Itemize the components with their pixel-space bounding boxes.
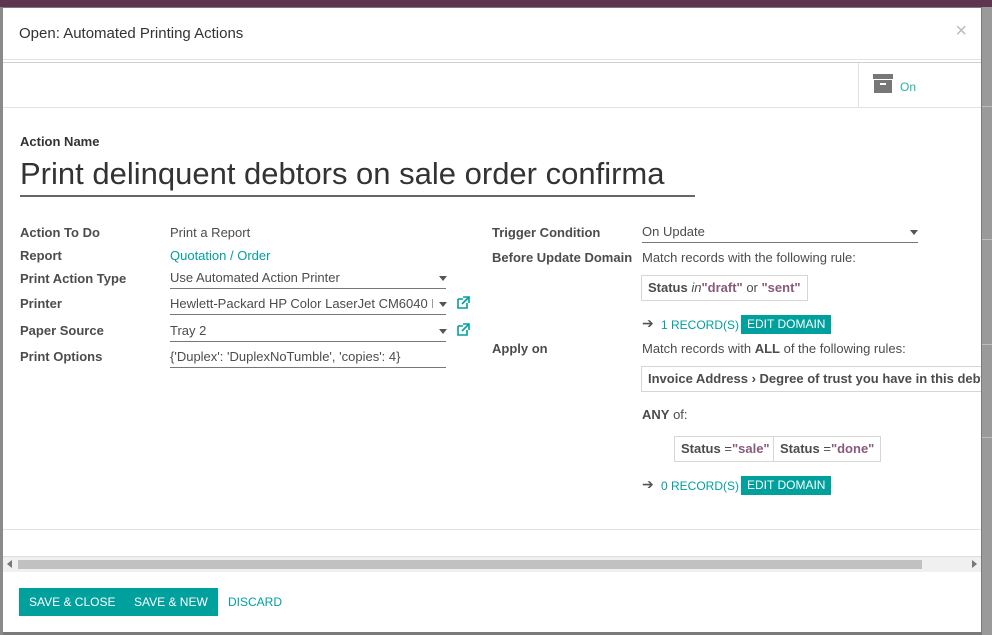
- rule-value: "done": [830, 441, 875, 456]
- apply-on-description: Match records with ALL of the following …: [642, 341, 906, 356]
- action-to-do-value[interactable]: Print a Report: [170, 225, 250, 240]
- external-link-icon[interactable]: [456, 323, 470, 337]
- external-link-icon[interactable]: [456, 296, 470, 310]
- button-box: On: [3, 62, 981, 108]
- trigger-condition-select[interactable]: On Update: [642, 224, 918, 243]
- printer-select[interactable]: Hewlett-Packard HP Color LaserJet CM6040…: [170, 296, 433, 315]
- action-name-input[interactable]: Print delinquent debtors on sale order c…: [20, 155, 695, 197]
- edit-domain-button[interactable]: EDIT DOMAIN: [741, 476, 832, 495]
- report-label: Report: [20, 248, 62, 263]
- before-domain-rule[interactable]: Status in"draft" or "sent": [641, 275, 808, 301]
- printer-value: Hewlett-Packard HP Color LaserJet CM6040…: [170, 296, 433, 311]
- rule-value: "sent": [761, 280, 801, 295]
- scroll-right-icon[interactable]: [972, 560, 977, 568]
- apply-on-label: Apply on: [492, 341, 548, 356]
- archive-icon: [873, 74, 893, 94]
- print-action-type-label: Print Action Type: [20, 271, 127, 286]
- trigger-condition-value: On Update: [642, 224, 705, 239]
- toggle-label: On: [900, 80, 917, 94]
- save-close-button[interactable]: SAVE & CLOSE: [19, 588, 126, 616]
- any-of-label: ANY of:: [642, 407, 688, 422]
- apply-domain-rule[interactable]: Invoice Address › Degree of trust you ha…: [641, 366, 981, 392]
- rule-field: Status: [648, 280, 688, 295]
- rule-operator: =: [823, 441, 831, 456]
- apply-all: ALL: [754, 341, 780, 356]
- rule-value: "draft": [701, 280, 743, 295]
- rule-value: "sale": [731, 441, 770, 456]
- scrollbar-thumb[interactable]: [18, 560, 922, 569]
- print-action-type-select[interactable]: Use Automated Action Printer: [170, 270, 446, 289]
- apply-records-count[interactable]: 0 RECORD(S): [661, 479, 739, 493]
- arrow-right-icon: ➔: [642, 476, 654, 492]
- before-update-domain-label: Before Update Domain: [492, 250, 633, 265]
- rule-field: Degree of trust you have in this debtor: [759, 371, 981, 386]
- paper-source-select[interactable]: Tray 2: [170, 323, 446, 342]
- print-options-input[interactable]: {'Duplex': 'DuplexNoTumble', 'copies': 4…: [170, 349, 446, 368]
- dialog: Open: Automated Printing Actions × On Ac…: [3, 8, 981, 632]
- dialog-header: Open: Automated Printing Actions ×: [3, 8, 981, 60]
- any-rule-done[interactable]: Status ="done": [773, 436, 882, 462]
- divider: [3, 529, 981, 530]
- dialog-title: Open: Automated Printing Actions: [19, 25, 244, 42]
- printer-label: Printer: [20, 296, 62, 311]
- chevron-down-icon[interactable]: [439, 329, 447, 334]
- paper-source-value: Tray 2: [170, 323, 207, 338]
- action-name-label: Action Name: [20, 134, 100, 149]
- chevron-down-icon[interactable]: [910, 230, 918, 235]
- before-domain-description: Match records with the following rule:: [642, 250, 856, 265]
- paper-source-label: Paper Source: [20, 323, 104, 338]
- any-bold: ANY: [642, 407, 670, 422]
- rule-field: Status: [681, 441, 721, 456]
- rule-field: Invoice Address: [648, 371, 748, 386]
- any-suffix: of:: [669, 407, 688, 422]
- rule-field: Status: [780, 441, 820, 456]
- app-top-bar: [0, 0, 992, 7]
- report-link[interactable]: Quotation / Order: [170, 248, 270, 263]
- rule-operator: in: [691, 280, 702, 295]
- background-right: [982, 7, 992, 635]
- chevron-right-icon: ›: [751, 371, 756, 386]
- edit-domain-button[interactable]: EDIT DOMAIN: [741, 315, 832, 334]
- rule-operator: =: [724, 441, 732, 456]
- discard-button[interactable]: DISCARD: [228, 588, 282, 616]
- scroll-left-icon[interactable]: [7, 560, 12, 568]
- any-rule-sale[interactable]: Status ="sale": [674, 436, 777, 462]
- horizontal-scrollbar[interactable]: [3, 556, 981, 572]
- action-to-do-label: Action To Do: [20, 225, 100, 240]
- chevron-down-icon[interactable]: [439, 276, 447, 281]
- chevron-down-icon[interactable]: [439, 302, 447, 307]
- print-action-type-value: Use Automated Action Printer: [170, 270, 340, 285]
- save-new-button[interactable]: SAVE & NEW: [124, 588, 218, 616]
- apply-text: Match records with: [642, 341, 755, 356]
- rule-or: or: [746, 280, 758, 295]
- apply-text: of the following rules:: [779, 341, 906, 356]
- print-options-label: Print Options: [20, 349, 103, 364]
- close-icon[interactable]: ×: [955, 20, 967, 43]
- before-records-count[interactable]: 1 RECORD(S): [661, 318, 739, 332]
- print-options-value: {'Duplex': 'DuplexNoTumble', 'copies': 4…: [170, 349, 401, 364]
- trigger-condition-label: Trigger Condition: [492, 225, 601, 240]
- active-toggle-button[interactable]: On: [858, 63, 981, 107]
- arrow-right-icon: ➔: [642, 315, 654, 331]
